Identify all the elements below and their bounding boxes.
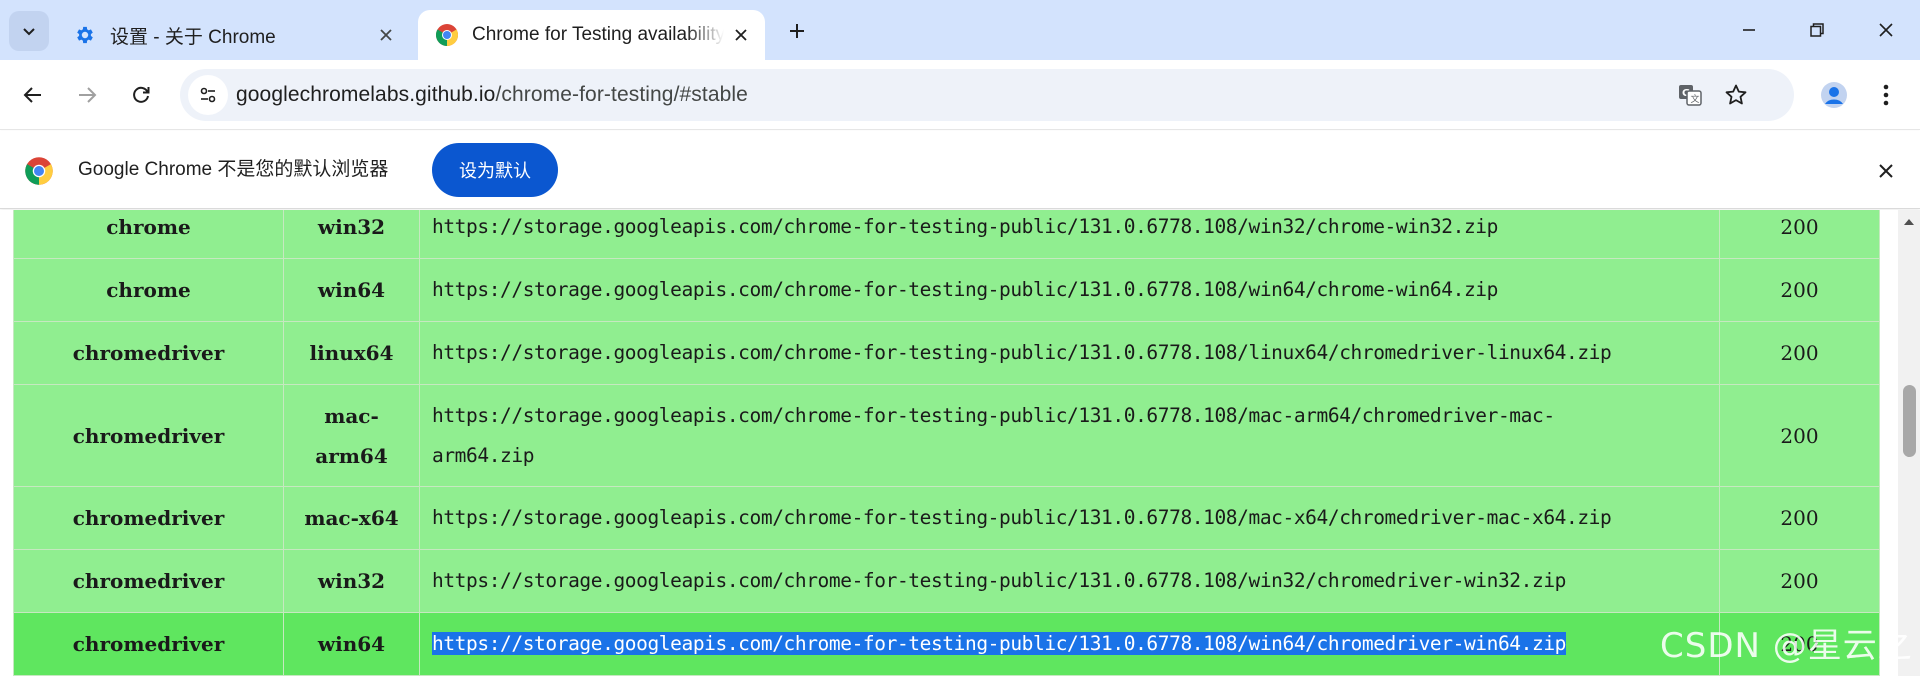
url-cell[interactable]: https://storage.googleapis.com/chrome-fo… — [419, 321, 1720, 385]
scrollbar-thumb[interactable] — [1903, 385, 1916, 457]
default-browser-infobar: Google Chrome 不是您的默认浏览器 设为默认 — [0, 131, 1920, 209]
table-row: chrome win64 https://storage.googleapis.… — [13, 258, 1880, 322]
site-info-button[interactable] — [188, 75, 228, 115]
url-cell[interactable]: https://storage.googleapis.com/chrome-fo… — [419, 384, 1720, 487]
close-icon — [1879, 164, 1893, 178]
profile-button[interactable] — [1814, 75, 1854, 115]
plus-icon — [790, 24, 804, 38]
minimize-button[interactable] — [1715, 0, 1783, 60]
platform-line: mac- — [324, 403, 379, 428]
bookmark-star-button[interactable] — [1718, 77, 1754, 113]
platform-line: arm64 — [315, 443, 388, 468]
status-cell: 200 — [1719, 258, 1880, 322]
platform-cell: mac-x64 — [283, 486, 420, 550]
table-row: chromedriver mac-arm64 https://storage.g… — [13, 384, 1880, 487]
infobar-close-button[interactable] — [1866, 151, 1906, 191]
url-text[interactable]: googlechromelabs.github.io/chrome-for-te… — [236, 69, 748, 121]
chrome-logo-icon — [25, 157, 53, 185]
tab-chrome-for-testing[interactable]: Chrome for Testing availability — [418, 10, 765, 60]
binary-cell: chrome — [13, 210, 284, 259]
star-icon — [1725, 84, 1747, 105]
binary-cell: chromedriver — [13, 384, 284, 487]
platform-cell: win32 — [283, 549, 420, 613]
arrow-left-icon — [23, 87, 41, 103]
close-icon — [1879, 23, 1893, 37]
downloads-table: chrome win32 https://storage.googleapis.… — [13, 210, 1880, 676]
tab-strip: 设置 - 关于 Chrome Chrome for Testing availa… — [0, 0, 1920, 60]
tab-settings-about-chrome[interactable]: 设置 - 关于 Chrome — [56, 10, 410, 60]
status-cell: 200 — [1719, 486, 1880, 550]
chevron-down-icon — [23, 28, 35, 36]
tab-title: 设置 - 关于 Chrome — [110, 26, 276, 48]
infobar-message: Google Chrome 不是您的默认浏览器 — [78, 159, 389, 180]
more-vert-icon — [1883, 84, 1889, 106]
page-content: chrome win32 https://storage.googleapis.… — [0, 210, 1898, 676]
table-row: chrome win32 https://storage.googleapis.… — [13, 210, 1880, 259]
url-line: https://storage.googleapis.com/chrome-fo… — [432, 403, 1555, 427]
binary-cell: chromedriver — [13, 486, 284, 550]
table-row: chromedriver linux64 https://storage.goo… — [13, 321, 1880, 385]
menu-button[interactable] — [1866, 75, 1906, 115]
forward-button[interactable] — [67, 75, 107, 115]
binary-cell: chromedriver — [13, 549, 284, 613]
binary-cell: chromedriver — [13, 321, 284, 385]
url-cell[interactable]: https://storage.googleapis.com/chrome-fo… — [419, 612, 1720, 676]
tab-title: Chrome for Testing availability — [472, 24, 724, 45]
status-cell: 200 — [1719, 210, 1880, 259]
back-button[interactable] — [13, 75, 53, 115]
binary-cell: chromedriver — [13, 612, 284, 676]
url-path: /chrome-for-testing/#stable — [495, 83, 748, 106]
avatar-icon — [1821, 82, 1847, 108]
platform-cell: mac-arm64 — [283, 384, 420, 487]
url-host: googlechromelabs.github.io — [236, 83, 496, 106]
table-row-highlighted: chromedriver win64 https://storage.googl… — [13, 612, 1880, 676]
watermark: CSDN @星云之 — [1660, 626, 1913, 666]
svg-text:文: 文 — [1691, 93, 1700, 105]
platform-cell: win64 — [283, 612, 420, 676]
url-cell[interactable]: https://storage.googleapis.com/chrome-fo… — [419, 549, 1720, 613]
url-cell[interactable]: https://storage.googleapis.com/chrome-fo… — [419, 486, 1720, 550]
new-tab-button[interactable] — [779, 13, 815, 49]
close-window-button[interactable] — [1852, 0, 1920, 60]
arrow-right-icon — [79, 87, 97, 103]
status-cell: 200 — [1719, 321, 1880, 385]
status-cell: 200 — [1719, 549, 1880, 613]
browser-toolbar: googlechromelabs.github.io/chrome-for-te… — [0, 60, 1920, 130]
translate-button[interactable]: G文 — [1672, 77, 1708, 113]
gear-icon — [72, 22, 98, 48]
selected-url-text[interactable]: https://storage.googleapis.com/chrome-fo… — [432, 632, 1566, 655]
scroll-up-arrow-icon[interactable] — [1902, 215, 1916, 227]
minimize-icon — [1743, 29, 1755, 31]
restore-button[interactable] — [1783, 0, 1851, 60]
set-default-button[interactable]: 设为默认 — [432, 143, 558, 197]
translate-icon: G文 — [1679, 85, 1702, 106]
table-row: chromedriver win32 https://storage.googl… — [13, 549, 1880, 613]
status-cell: 200 — [1719, 384, 1880, 487]
url-cell[interactable]: https://storage.googleapis.com/chrome-fo… — [419, 210, 1720, 259]
tab-search-button[interactable] — [9, 11, 49, 51]
close-tab-icon[interactable] — [374, 23, 398, 47]
chrome-logo-icon — [434, 22, 460, 48]
platform-cell: win64 — [283, 258, 420, 322]
url-cell[interactable]: https://storage.googleapis.com/chrome-fo… — [419, 258, 1720, 322]
close-tab-icon[interactable] — [729, 23, 753, 47]
reload-icon — [133, 86, 150, 103]
reload-button[interactable] — [121, 75, 161, 115]
url-line: arm64.zip — [432, 443, 535, 467]
table-row: chromedriver mac-x64 https://storage.goo… — [13, 486, 1880, 550]
address-bar[interactable]: googlechromelabs.github.io/chrome-for-te… — [180, 69, 1794, 121]
platform-cell: linux64 — [283, 321, 420, 385]
platform-cell: win32 — [283, 210, 420, 259]
tune-icon — [200, 87, 216, 103]
restore-icon — [1810, 23, 1824, 37]
page-scrollbar[interactable] — [1898, 210, 1920, 676]
binary-cell: chrome — [13, 258, 284, 322]
